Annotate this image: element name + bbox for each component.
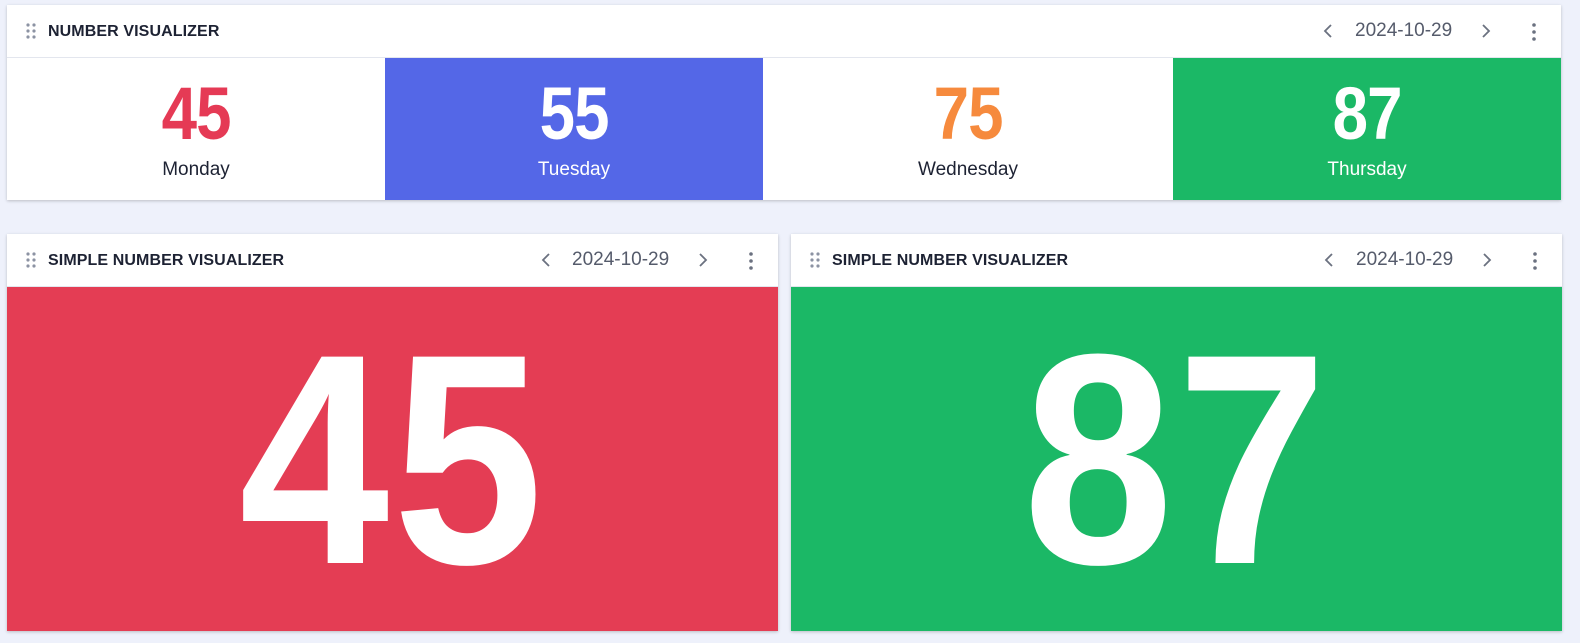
cell-label: Wednesday — [918, 159, 1018, 180]
chevron-left-icon[interactable] — [1321, 22, 1335, 40]
cell-label: Monday — [162, 159, 230, 180]
drag-handle-icon[interactable] — [810, 252, 820, 268]
panel-header: SIMPLE NUMBER VISUALIZER 2024-10-29 — [7, 234, 778, 287]
chevron-right-icon[interactable] — [696, 251, 710, 269]
more-vertical-icon[interactable] — [1532, 251, 1538, 271]
more-vertical-icon[interactable] — [1531, 22, 1537, 42]
cell-label: Tuesday — [537, 159, 611, 180]
number-cell: 55 Tuesday — [385, 58, 763, 200]
big-number-value: 45 — [238, 291, 547, 627]
date-display: 2024-10-29 — [1356, 249, 1454, 270]
big-number-area: 87 — [791, 287, 1562, 631]
cell-value: 75 — [933, 72, 1003, 155]
chevron-left-icon[interactable] — [1322, 251, 1336, 269]
simple-number-visualizer-panel-left: SIMPLE NUMBER VISUALIZER 2024-10-29 45 — [7, 234, 778, 631]
number-cell: 87 Thursday — [1173, 58, 1561, 200]
panel-title: SIMPLE NUMBER VISUALIZER — [832, 252, 1069, 269]
number-visualizer-panel: NUMBER VISUALIZER 2024-10-29 45 Monday 5… — [7, 5, 1561, 200]
big-number-area: 45 — [7, 287, 778, 631]
big-number-value: 87 — [1022, 291, 1331, 627]
drag-handle-icon[interactable] — [26, 23, 36, 39]
panel-header: SIMPLE NUMBER VISUALIZER 2024-10-29 — [791, 234, 1562, 287]
date-display: 2024-10-29 — [1355, 20, 1453, 41]
cell-value: 87 — [1332, 72, 1402, 155]
chevron-left-icon[interactable] — [539, 251, 553, 269]
cell-label: Thursday — [1327, 159, 1407, 180]
panel-header: NUMBER VISUALIZER 2024-10-29 — [7, 5, 1561, 58]
date-display: 2024-10-29 — [572, 249, 670, 270]
simple-number-visualizer-panel-right: SIMPLE NUMBER VISUALIZER 2024-10-29 87 — [791, 234, 1562, 631]
number-cells: 45 Monday 55 Tuesday 75 Wednesday 87 Thu… — [7, 58, 1561, 200]
cell-value: 45 — [161, 72, 231, 155]
cell-value: 55 — [539, 72, 609, 155]
number-cell: 45 Monday — [7, 58, 385, 200]
panel-title: SIMPLE NUMBER VISUALIZER — [48, 252, 285, 269]
more-vertical-icon[interactable] — [748, 251, 754, 271]
chevron-right-icon[interactable] — [1480, 251, 1494, 269]
number-cell: 75 Wednesday — [763, 58, 1173, 200]
chevron-right-icon[interactable] — [1479, 22, 1493, 40]
drag-handle-icon[interactable] — [26, 252, 36, 268]
panel-title: NUMBER VISUALIZER — [48, 23, 220, 40]
